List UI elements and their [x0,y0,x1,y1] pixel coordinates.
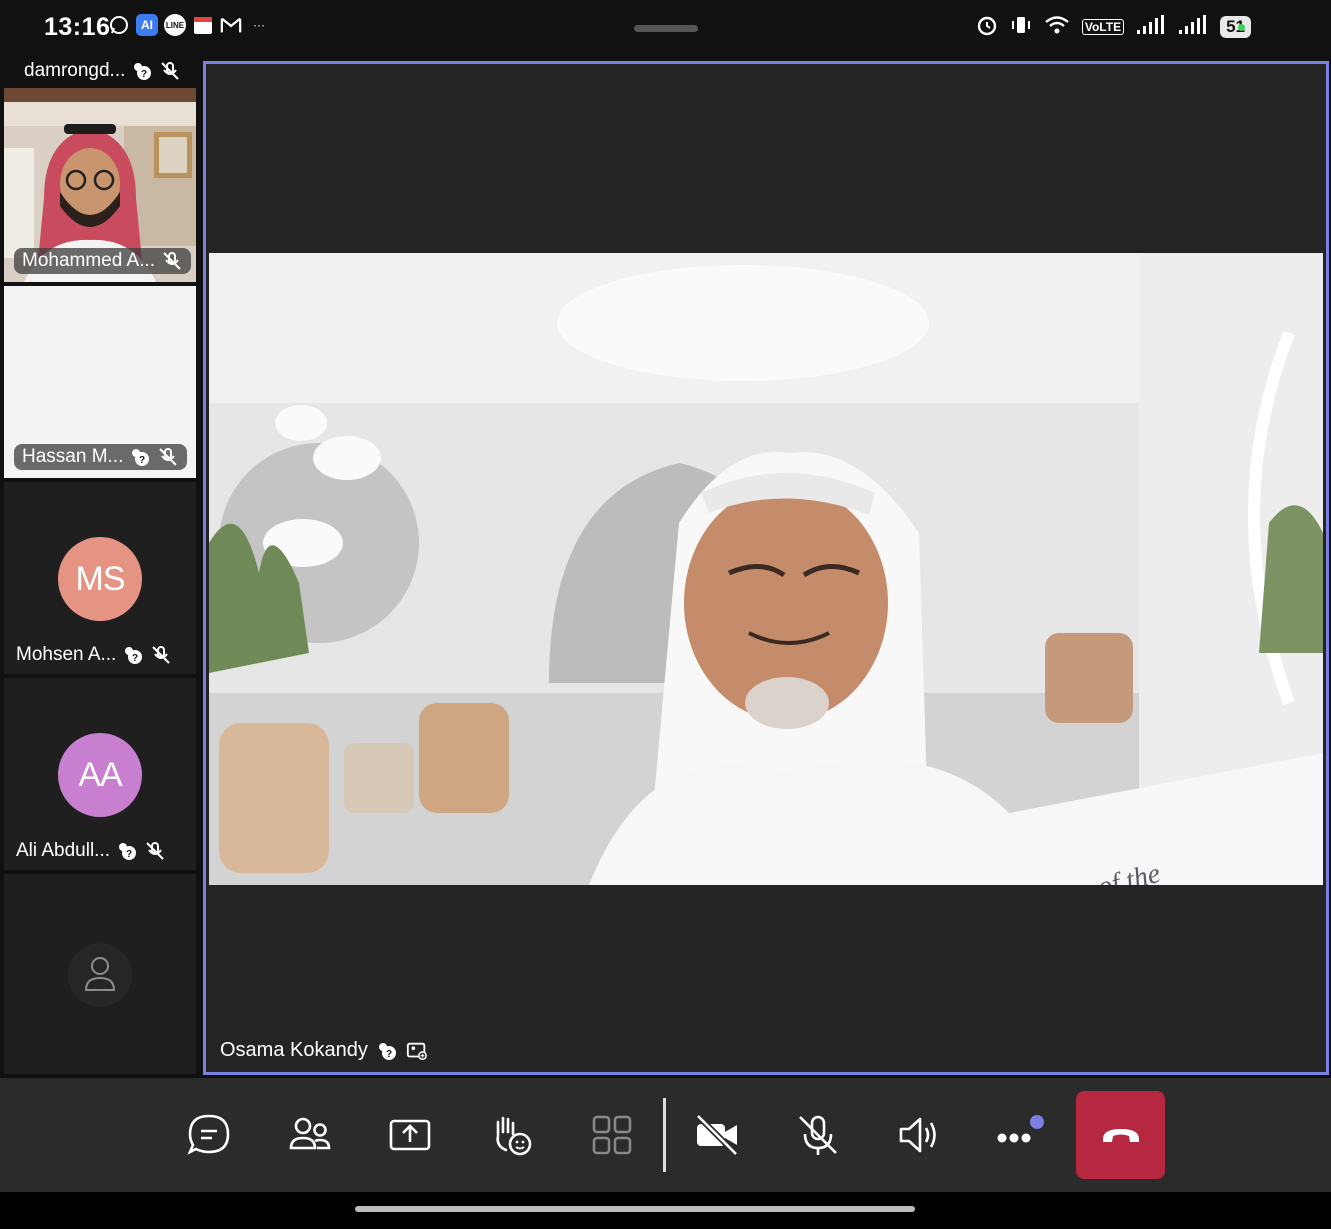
participant-name-row: Ali Abdull... ? [16,840,166,862]
participant-name: Ali Abdull... [16,840,110,861]
svg-text:?: ? [139,455,145,466]
svg-text:?: ? [126,849,132,860]
camera-off-icon [695,1113,739,1157]
ai-icon: AI [136,14,158,36]
mic-off-icon [799,1115,837,1155]
line-icon: LINE [164,14,186,36]
grid-view-icon [592,1115,632,1155]
svg-text:?: ? [386,1049,392,1060]
participant-name: Mohsen A... [16,644,117,665]
signal-icon-1 [1136,14,1166,40]
speaker-video-scene: mains one of the economy [209,253,1323,885]
speaker-name-row: Osama Kokandy ? [220,1039,428,1062]
participant-tile-video[interactable]: Mohammed A... [4,88,196,282]
more-dots: ··· [253,18,265,32]
vibrate-icon [1010,14,1032,40]
hang-up-icon [1102,1129,1139,1142]
people-icon [289,1117,331,1150]
participant-name: Hassan M... [22,446,124,467]
background-effects-icon [406,1040,428,1062]
speaker-video-feed: mains one of the economy [209,253,1323,885]
participant-name-row: Mohammed A... [14,248,192,274]
participant-tile-placeholder[interactable] [4,874,196,1074]
system-icons: VoLTE 51 [976,14,1251,40]
call-toolbar [0,1078,1331,1192]
camera-toggle-button[interactable] [682,1102,752,1168]
toolbar-divider [663,1098,666,1172]
notification-icons: AI LINE ··· [108,14,270,36]
avatar: AA [58,733,142,817]
unverified-icon: ? [376,1040,398,1062]
battery-level: 51 [1220,16,1251,38]
unverified-icon: ? [129,446,151,468]
calendar-icon [192,14,214,36]
avatar: MS [58,537,142,621]
participant-name-row: Mohsen A... ? [16,644,172,666]
drag-handle[interactable] [634,25,698,32]
share-content-button[interactable] [375,1102,445,1168]
mic-muted-icon [157,446,179,468]
status-time: 13:16 [44,13,111,41]
more-icon [997,1115,1044,1143]
person-icon [68,943,132,1007]
participant-name-row: damrongd... ? [24,60,181,82]
participant-tile-avatar[interactable]: MS Mohsen A... ? [4,482,196,674]
whatsapp-icon [108,14,130,36]
raise-hand-icon [496,1116,532,1156]
main-speaker-stage[interactable]: mains one of the economy Osama Kokandy ? [203,61,1329,1075]
mic-muted-icon [161,250,183,272]
unverified-icon: ? [122,644,144,666]
participant-name-row: Hassan M... ? [14,444,188,470]
home-gesture-bar[interactable] [355,1206,915,1212]
share-screen-icon [389,1119,431,1151]
leave-call-button[interactable] [1076,1091,1165,1179]
participant-list: damrongd... ? Mohammed A... Hassan M... … [0,58,200,1078]
mic-muted-icon [150,644,172,666]
unverified-icon: ? [131,60,153,82]
participant-tile-avatar[interactable]: AA Ali Abdull... ? [4,678,196,870]
svg-text:?: ? [132,653,138,664]
people-button[interactable] [275,1102,345,1168]
speaker-button[interactable] [884,1102,954,1168]
mic-toggle-button[interactable] [783,1102,853,1168]
speaker-icon [899,1117,936,1153]
participant-name: Mohammed A... [22,250,156,271]
participant-tile[interactable]: damrongd... ? [4,58,196,84]
chat-icon [187,1114,230,1155]
system-nav-bar [0,1192,1331,1229]
privacy-dot [1238,24,1245,31]
status-bar: 13:16 AI LINE ··· VoLTE 51 [0,0,1331,58]
participant-name: damrongd... [24,60,126,81]
signal-icon-2 [1178,14,1208,40]
react-button[interactable] [476,1102,546,1168]
view-button[interactable] [577,1102,647,1168]
gmail-icon [220,14,242,36]
chat-button[interactable] [174,1102,244,1168]
more-options-button[interactable] [985,1102,1055,1168]
unverified-icon: ? [116,840,138,862]
volte-badge: VoLTE [1081,19,1125,35]
mic-muted-icon [144,840,166,862]
wifi-icon [1044,14,1070,40]
mic-muted-icon [159,60,181,82]
speaker-name: Osama Kokandy [220,1039,368,1061]
svg-text:?: ? [141,69,147,80]
participant-tile-video[interactable]: Hassan M... ? [4,286,196,478]
alarm-icon [976,14,998,40]
